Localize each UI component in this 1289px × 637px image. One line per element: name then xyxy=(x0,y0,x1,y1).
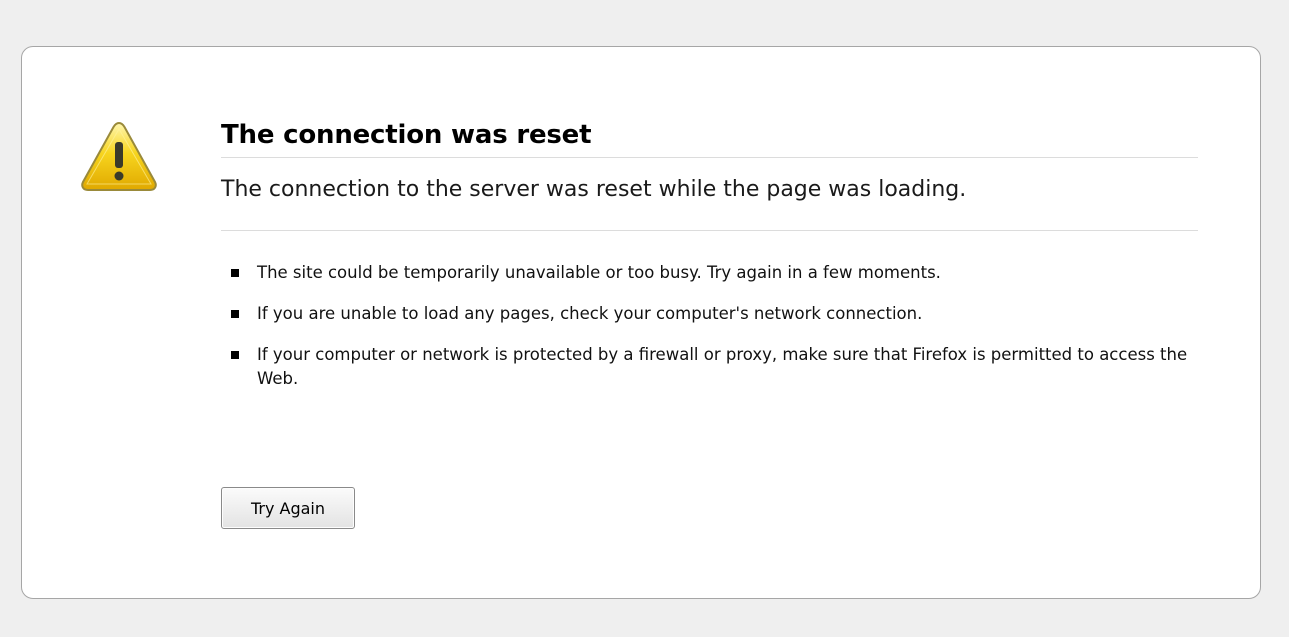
error-short-description: The connection to the server was reset w… xyxy=(221,158,1198,231)
bullet-square-icon xyxy=(231,310,239,318)
reason-text: If your computer or network is protected… xyxy=(257,345,1188,388)
reason-text: The site could be temporarily unavailabl… xyxy=(257,263,941,282)
list-item: If you are unable to load any pages, che… xyxy=(221,302,1198,326)
try-again-button[interactable]: Try Again xyxy=(221,487,355,529)
bullet-square-icon xyxy=(231,351,239,359)
bullet-square-icon xyxy=(231,269,239,277)
list-item: If your computer or network is protected… xyxy=(221,343,1198,391)
list-item: The site could be temporarily unavailabl… xyxy=(221,261,1198,285)
warning-triangle-icon xyxy=(81,121,157,191)
error-title: The connection was reset xyxy=(221,118,1198,158)
reason-text: If you are unable to load any pages, che… xyxy=(257,304,923,323)
error-reasons-list: The site could be temporarily unavailabl… xyxy=(221,231,1198,391)
error-content: The connection was reset The connection … xyxy=(221,118,1198,408)
